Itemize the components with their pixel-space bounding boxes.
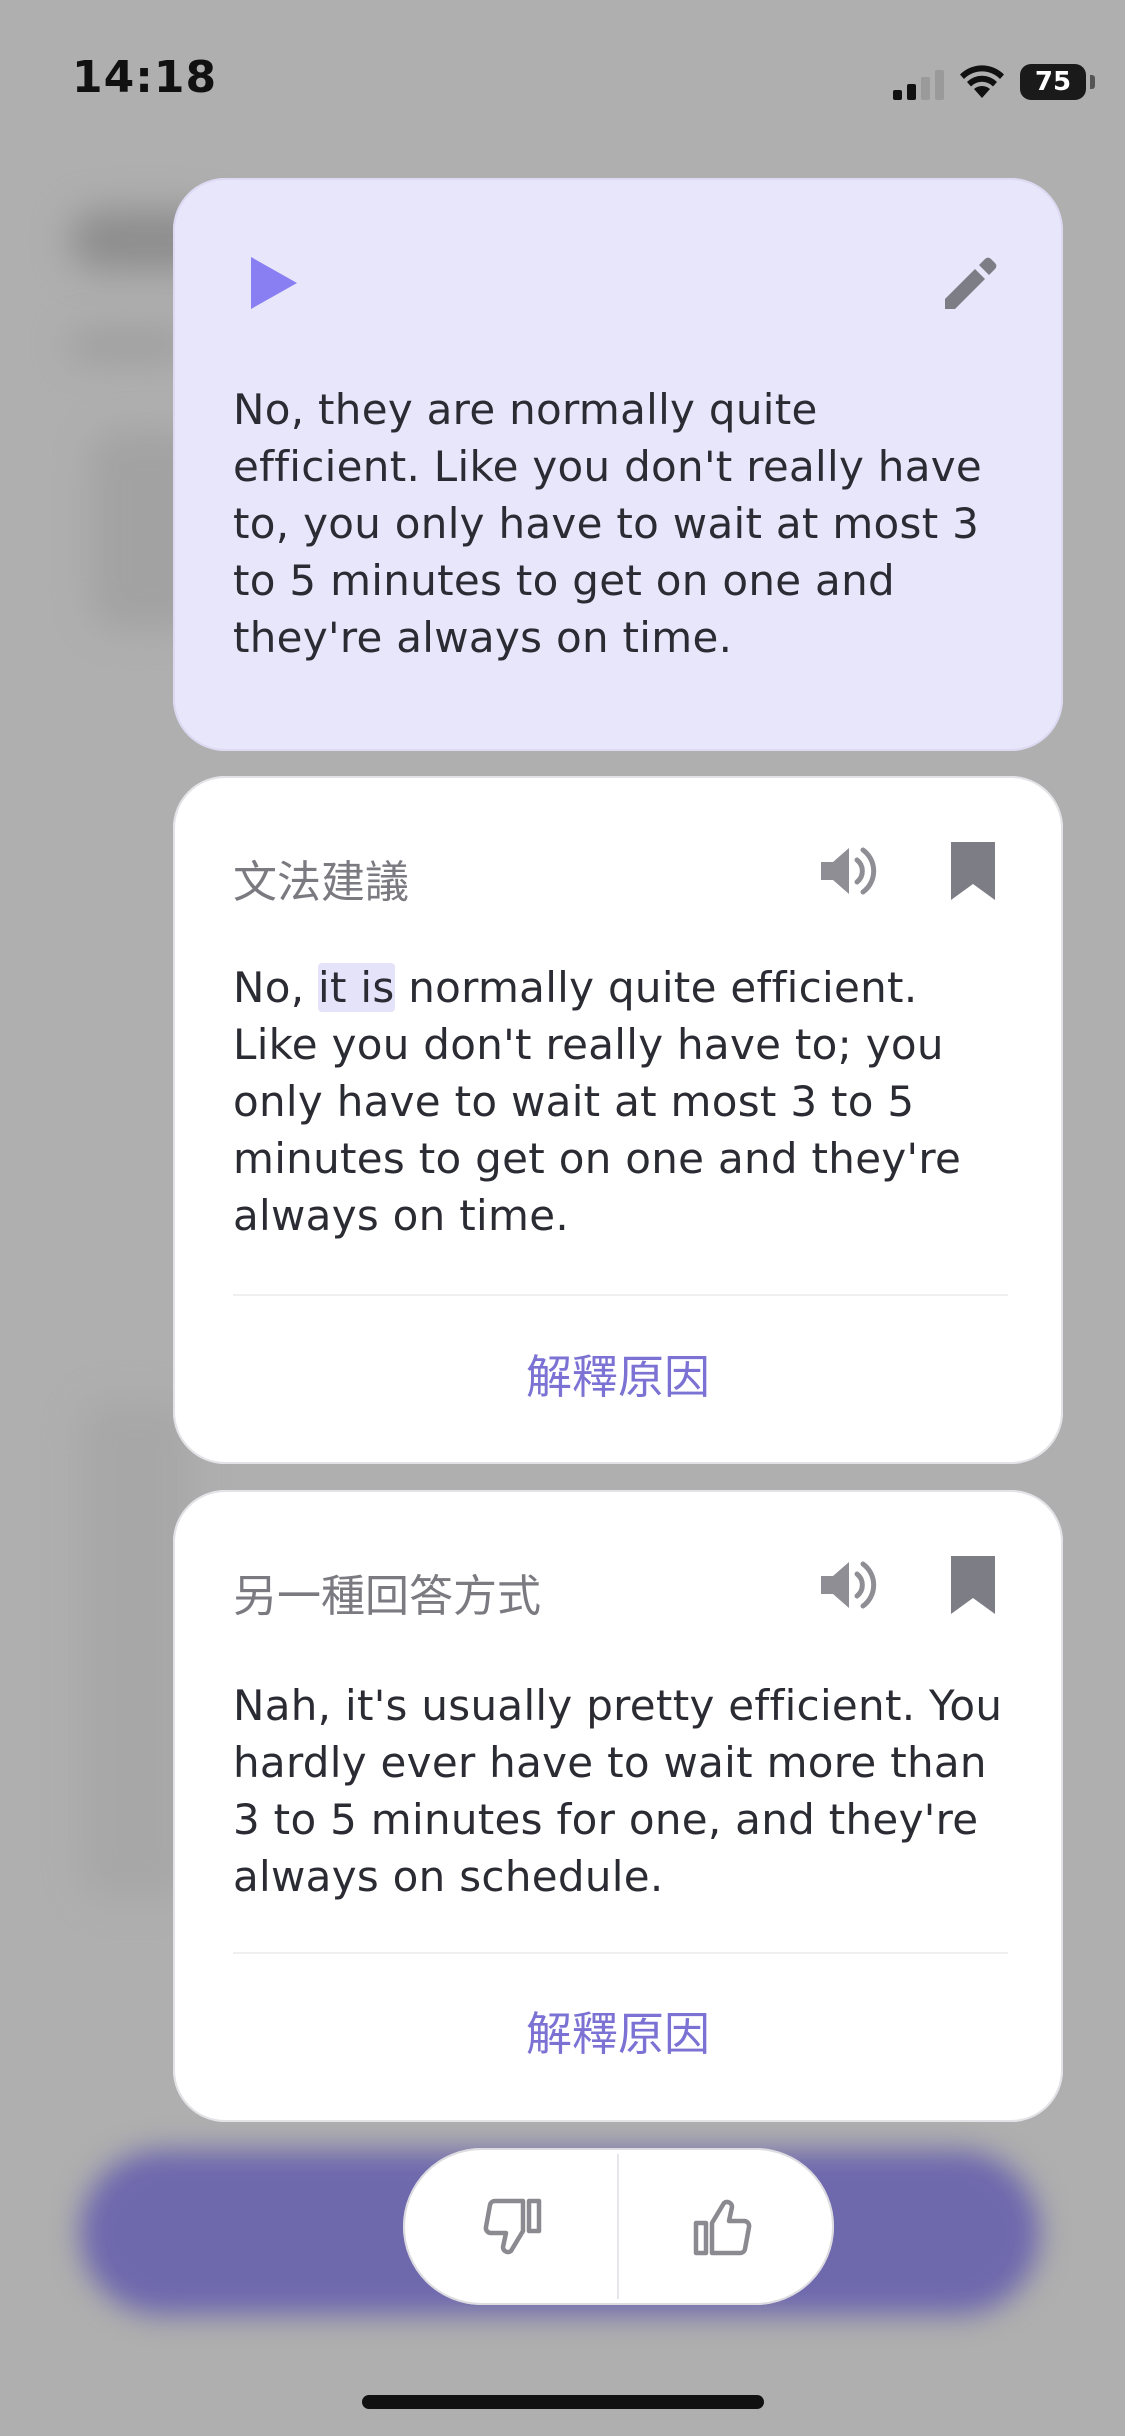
bookmark-icon[interactable]	[943, 1552, 1003, 1618]
divider	[233, 1952, 1008, 1954]
feedback-pill	[403, 2148, 834, 2305]
battery-cap	[1090, 75, 1095, 89]
user-message-card: No, they are normally quite efficient. L…	[173, 178, 1063, 751]
grammar-suggestion-text: No, it is normally quite efficient. Like…	[233, 959, 1008, 1244]
play-icon[interactable]	[243, 253, 303, 313]
cellular-signal-icon	[893, 70, 944, 100]
thumbs-down-icon[interactable]	[481, 2195, 545, 2259]
bookmark-icon[interactable]	[943, 838, 1003, 904]
home-indicator	[362, 2395, 764, 2409]
explain-reason-button[interactable]: 解釋原因	[173, 1341, 1063, 1407]
speaker-icon[interactable]	[815, 1552, 881, 1618]
user-message-text: No, they are normally quite efficient. L…	[233, 385, 983, 662]
alternative-card-label: 另一種回答方式	[233, 1571, 541, 1622]
background-subtitle-blur	[70, 330, 190, 360]
battery-indicator: 75	[1020, 64, 1086, 100]
speaker-icon[interactable]	[815, 838, 881, 904]
thumbs-up-icon[interactable]	[690, 2195, 754, 2259]
feedback-divider	[617, 2154, 619, 2299]
status-time: 14:18	[72, 52, 218, 103]
explain-reason-button[interactable]: 解釋原因	[173, 1998, 1063, 2064]
alternative-answer-text: Nah, it's usually pretty efficient. You …	[233, 1681, 1003, 1901]
status-bar: 14:18 75	[0, 0, 1125, 150]
alternative-answer-card: 另一種回答方式 Nah, it's usually pretty efficie…	[173, 1490, 1063, 2122]
pencil-icon[interactable]	[939, 253, 1001, 315]
grammar-card-label: 文法建議	[233, 857, 409, 908]
divider	[233, 1294, 1008, 1296]
wifi-icon	[960, 65, 1004, 98]
grammar-suggestion-card: 文法建議 No, it is normally quite efficient.…	[173, 776, 1063, 1464]
grammar-text-before: No,	[233, 963, 319, 1012]
grammar-correction-highlight: it is	[318, 963, 395, 1012]
